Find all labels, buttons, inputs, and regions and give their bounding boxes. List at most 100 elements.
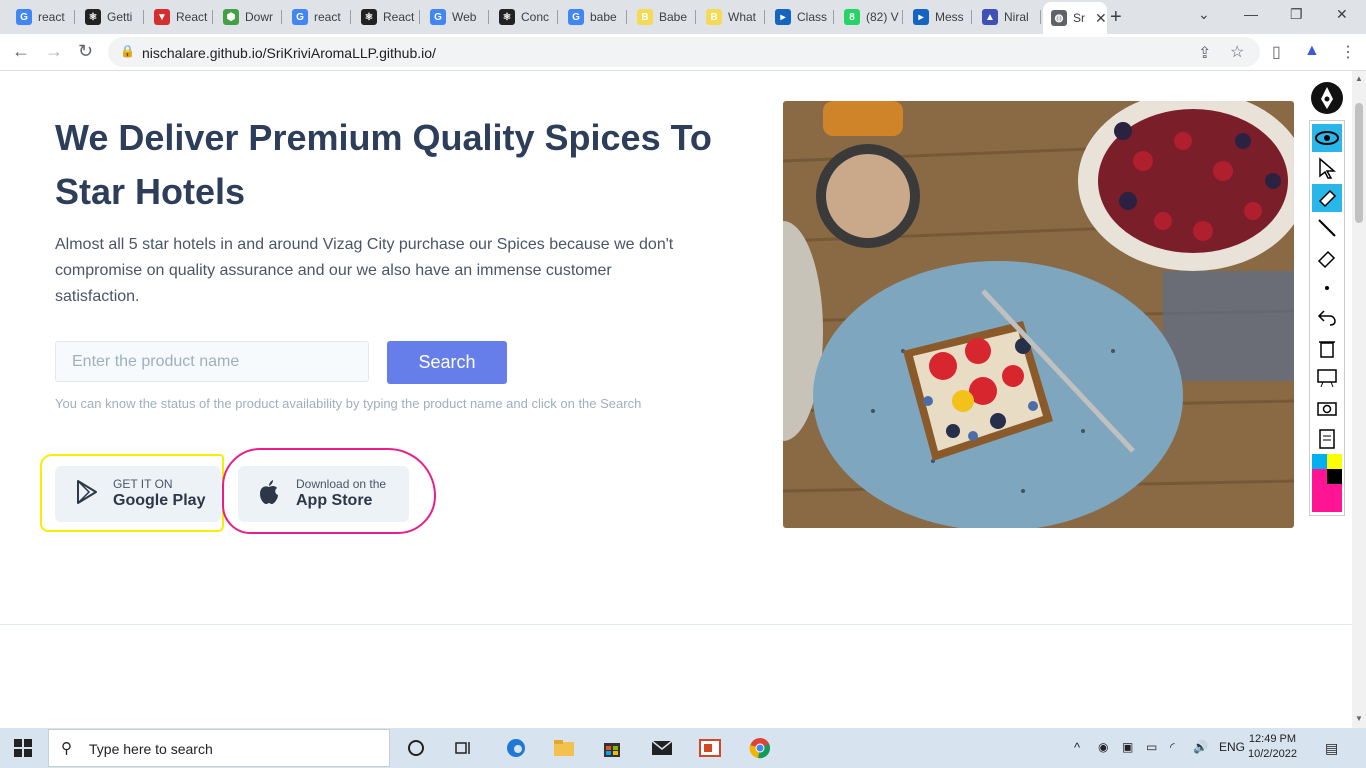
color-palette-icon[interactable] — [1312, 454, 1342, 512]
cortana-icon[interactable] — [402, 734, 430, 762]
eye-icon[interactable] — [1312, 124, 1342, 152]
extension-icon[interactable]: ▲ — [1304, 42, 1320, 60]
task-view-icon[interactable] — [450, 734, 478, 762]
browser-tab[interactable]: B Babe — [629, 4, 696, 30]
browser-tab[interactable]: ⚛ React — [353, 4, 420, 30]
browser-tab-label: Class — [797, 10, 828, 24]
clock-date: 10/2/2022 — [1248, 748, 1297, 760]
tray-network-alert-icon[interactable]: ▣ — [1122, 740, 1133, 754]
bookmark-star-icon[interactable]: ☆ — [1230, 42, 1244, 62]
tab-separator — [1040, 10, 1041, 24]
share-icon[interactable]: ⇪ — [1198, 43, 1211, 63]
browser-tab[interactable]: G Web — [422, 4, 489, 30]
microsoft-store-icon[interactable] — [598, 734, 626, 762]
globe-icon: ◍ — [1051, 10, 1067, 26]
tray-pen-icon[interactable]: ◉ — [1098, 740, 1108, 754]
browser-tab-label: Sr — [1073, 11, 1085, 25]
browser-tab-strip: Greact ⚛ Getti ▼ React ⬢ Dowr Greact ⚛ React G Web ⚛… — [0, 0, 1366, 34]
browser-tab-label: Mess — [935, 10, 964, 24]
volume-icon[interactable]: 🔊 — [1193, 740, 1208, 754]
close-window-button[interactable]: ✕ — [1336, 6, 1348, 23]
vercel-icon: ▼ — [154, 9, 170, 25]
browser-tab-label: Conc — [521, 10, 550, 24]
battery-icon[interactable]: ▭ — [1146, 740, 1157, 754]
clipboard-icon[interactable] — [1312, 424, 1342, 452]
clock[interactable]: 12:49 PM 10/2/2022 — [1248, 732, 1297, 762]
tab-separator — [212, 10, 213, 24]
pen-logo-icon[interactable] — [1309, 80, 1345, 116]
google-icon: G — [292, 9, 308, 25]
edge-browser-icon[interactable] — [502, 734, 530, 762]
menu-dots-icon[interactable]: ⋮ — [1340, 42, 1356, 62]
google-icon: G — [16, 9, 32, 25]
scroll-down-arrow-icon[interactable]: ▼ — [1355, 714, 1363, 723]
cursor-arrow-icon[interactable] — [1312, 154, 1342, 182]
office-app-icon[interactable] — [696, 734, 724, 762]
product-search-input[interactable] — [55, 341, 369, 382]
tab-separator — [764, 10, 765, 24]
tab-separator — [143, 10, 144, 24]
browser-tab[interactable]: ▲ Niral — [974, 4, 1041, 30]
maximize-button[interactable]: ❐ — [1290, 6, 1303, 23]
chrome-icon[interactable] — [746, 734, 774, 762]
whiteboard-icon[interactable] — [1312, 364, 1342, 392]
eraser-icon[interactable] — [1312, 244, 1342, 272]
forward-arrow-icon[interactable]: → — [45, 41, 63, 62]
tab-separator — [971, 10, 972, 24]
browser-tab[interactable]: ◍ Sr ✕ — [1043, 2, 1107, 34]
babel-icon: B — [637, 9, 653, 25]
browser-tab[interactable]: Greact — [8, 4, 75, 30]
new-tab-button[interactable]: + — [1110, 6, 1122, 29]
browser-tab[interactable]: Greact — [284, 4, 351, 30]
taskbar-search-text: Type here to search — [89, 741, 213, 757]
browser-tab[interactable]: ▸ Mess — [905, 4, 972, 30]
taskbar-search-box[interactable]: ⚲ Type here to search — [48, 729, 390, 767]
hero-description: Almost all 5 star hotels in and around V… — [55, 236, 674, 305]
windows-start-icon[interactable] — [14, 739, 32, 762]
side-panel-icon[interactable]: ▯ — [1272, 42, 1281, 62]
browser-tab[interactable]: ⚛ Conc — [491, 4, 558, 30]
browser-tab[interactable]: Gbabe — [560, 4, 627, 30]
close-tab-icon[interactable]: ✕ — [1095, 10, 1107, 27]
notification-icon[interactable]: ▤ — [1325, 740, 1338, 757]
wifi-icon[interactable]: ◜ — [1170, 740, 1175, 754]
reload-icon[interactable]: ↻ — [78, 41, 93, 62]
minimize-button[interactable]: — — [1244, 6, 1258, 22]
language-indicator[interactable]: ENG — [1219, 740, 1245, 754]
address-bar[interactable]: 🔒 nischalare.github.io/SriKriviAromaLLP.… — [108, 37, 1260, 67]
trash-icon[interactable] — [1312, 334, 1342, 362]
tray-chevron-up-icon[interactable]: ^ — [1074, 740, 1080, 755]
browser-tab[interactable]: ⬢ Dowr — [215, 4, 282, 30]
search-button[interactable]: Search — [387, 341, 507, 384]
scrollbar-thumb[interactable] — [1355, 103, 1363, 223]
scroll-up-arrow-icon[interactable]: ▲ — [1355, 74, 1363, 83]
page-scrollbar[interactable]: ▲ ▼ — [1352, 71, 1366, 728]
line-tool-icon[interactable] — [1312, 214, 1342, 242]
browser-tab[interactable]: ▼ React — [146, 4, 213, 30]
undo-icon[interactable] — [1312, 304, 1342, 332]
browser-tab[interactable]: B What — [698, 4, 765, 30]
browser-tab[interactable]: ▸ Class — [767, 4, 834, 30]
react-icon: ⚛ — [499, 9, 515, 25]
brush-size-dot-icon[interactable] — [1312, 274, 1342, 302]
browser-tab-label: babe — [590, 10, 617, 24]
tab-separator — [419, 10, 420, 24]
mail-icon[interactable] — [648, 734, 676, 762]
highlighter-icon[interactable] — [1312, 184, 1342, 212]
browser-tab-label: React — [383, 10, 415, 24]
tab-separator — [557, 10, 558, 24]
browser-tab-label: What — [728, 10, 757, 24]
tab-separator — [350, 10, 351, 24]
tab-search-icon[interactable]: ⌄ — [1198, 6, 1210, 23]
browser-tab-label: React — [176, 10, 208, 24]
browser-tab-label: Getti — [107, 10, 133, 24]
url-text[interactable]: nischalare.github.io/SriKriviAromaLLP.gi… — [142, 45, 436, 61]
camera-icon[interactable] — [1312, 394, 1342, 422]
file-explorer-icon[interactable] — [550, 734, 578, 762]
browser-tab[interactable]: 8 (82) V — [836, 4, 903, 30]
google-icon: G — [430, 9, 446, 25]
react-icon: ⚛ — [85, 9, 101, 25]
google-icon: G — [568, 9, 584, 25]
browser-tab[interactable]: ⚛ Getti — [77, 4, 144, 30]
back-arrow-icon[interactable]: ← — [12, 41, 30, 62]
